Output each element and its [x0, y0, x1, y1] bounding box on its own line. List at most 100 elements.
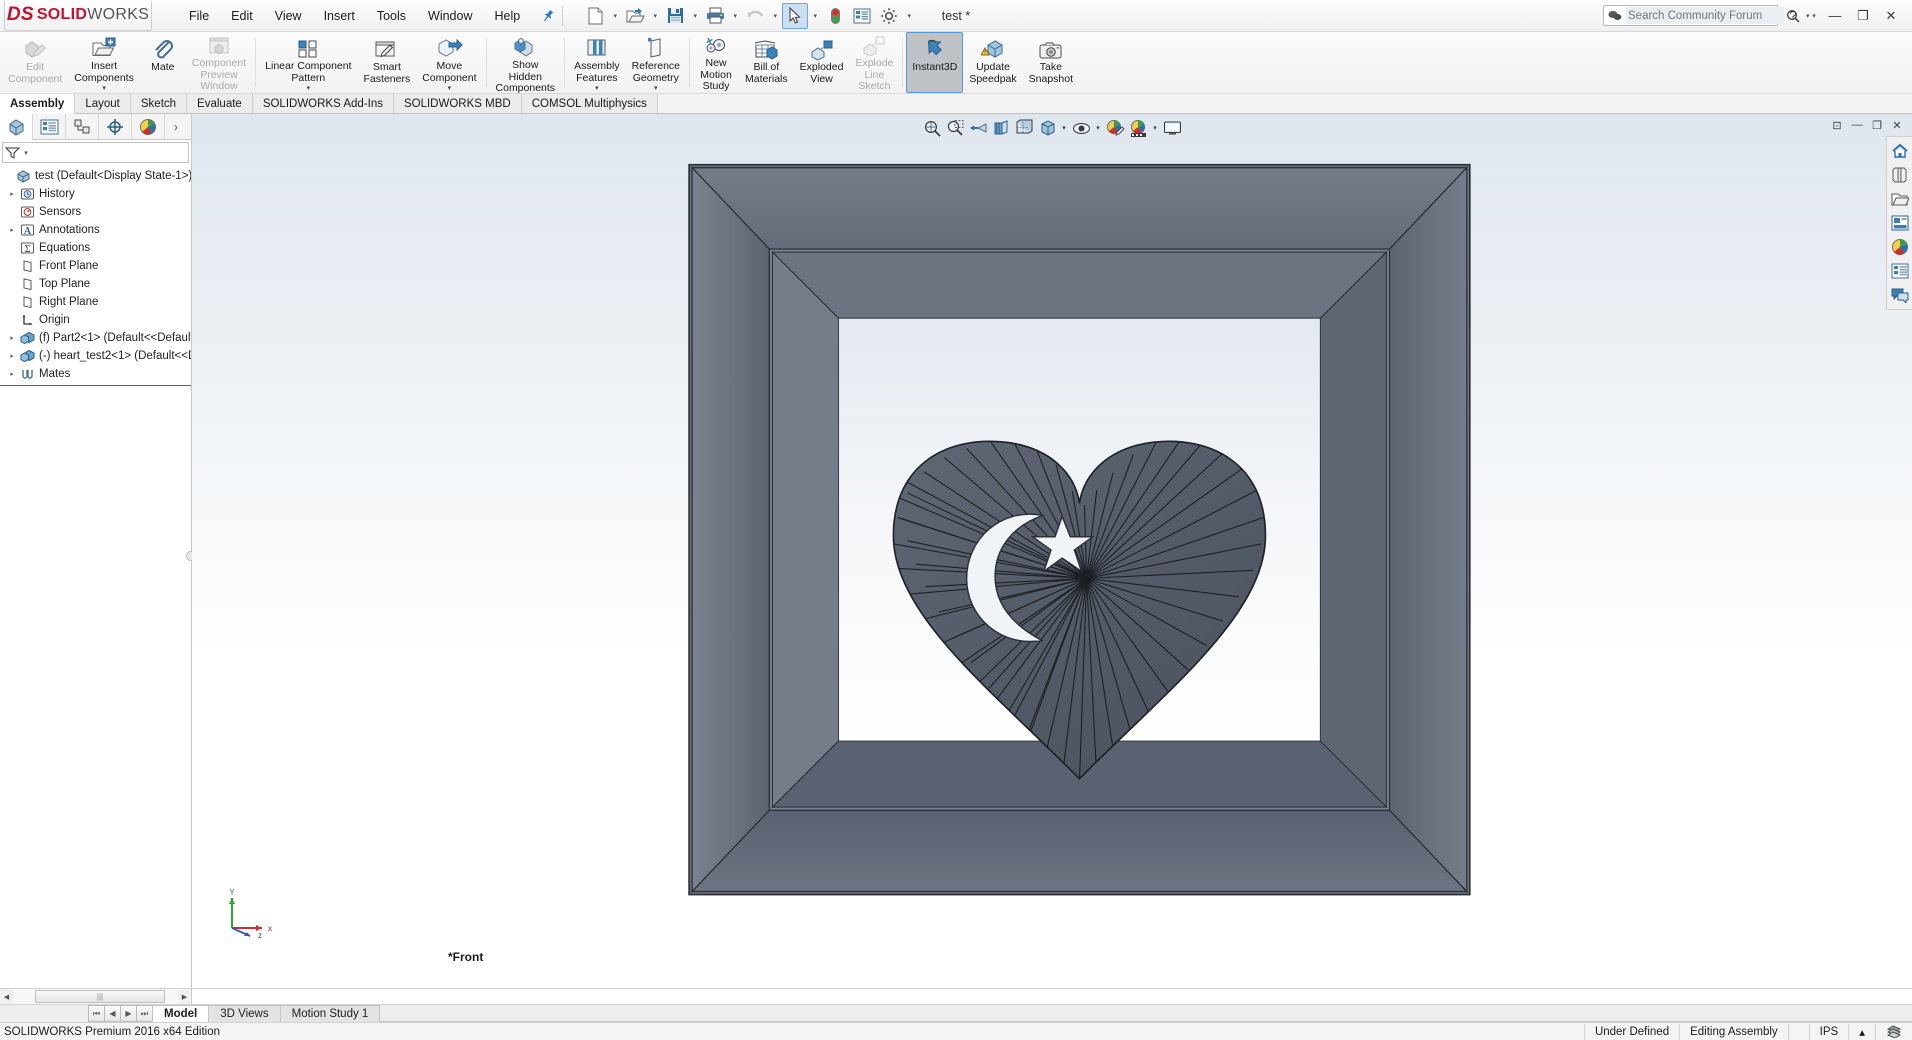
property-manager-tab[interactable] [33, 114, 66, 139]
move-component-button[interactable]: Move Component ▾ [416, 32, 482, 93]
solidworks-forum-button[interactable] [1889, 284, 1911, 306]
view-palette-button[interactable] [1889, 212, 1911, 234]
exploded-view-button[interactable]: Exploded View [794, 32, 850, 93]
minimize-window-button[interactable]: — [1822, 5, 1848, 27]
insert-components-button[interactable]: Insert Components ▾ [68, 32, 140, 93]
tree-arrow[interactable]: ▸ [6, 370, 18, 378]
tree-item-history[interactable]: ▸ History [0, 185, 191, 203]
new-motion-study-button[interactable]: New Motion Study [693, 32, 739, 93]
options-button[interactable] [876, 3, 902, 29]
assembly-features-dropdown[interactable]: ▾ [595, 85, 599, 92]
tree-arrow[interactable]: ▸ [6, 226, 18, 234]
show-hidden-components-button[interactable]: Show Hidden Components [490, 32, 562, 94]
menu-item-edit[interactable]: Edit [220, 5, 264, 27]
tree-item-front-plane[interactable]: ▸ Front Plane [0, 257, 191, 275]
menu-item-window[interactable]: Window [417, 5, 483, 27]
tree-item-sensors[interactable]: ▸ Sensors [0, 203, 191, 221]
select-dropdown[interactable]: ▾ [809, 12, 821, 20]
tab-layout[interactable]: Layout [75, 94, 131, 113]
feature-tree-tab[interactable] [0, 114, 33, 140]
design-library-button[interactable] [1889, 164, 1911, 186]
close-window-button[interactable]: ✕ [1878, 5, 1904, 27]
linear-component-pattern-dropdown[interactable]: ▾ [307, 85, 311, 92]
status-units[interactable]: IPS [1808, 1023, 1849, 1040]
tree-item-mates[interactable]: ▸ Mates [0, 365, 191, 383]
help-button[interactable]: ? [1780, 5, 1806, 27]
scroll-track[interactable]: ||| [13, 989, 178, 1004]
dimxpert-manager-tab[interactable] [99, 114, 132, 139]
display-manager-tab[interactable] [132, 114, 165, 139]
tree-arrow[interactable]: ▸ [6, 334, 18, 342]
print-button[interactable] [702, 3, 728, 29]
help-dropdown[interactable]: ▾ [1808, 12, 1820, 20]
feature-tree-filter[interactable]: ▾ [2, 142, 189, 163]
move-component-dropdown[interactable]: ▾ [448, 85, 452, 92]
undo-button[interactable] [742, 3, 768, 29]
explode-line-sketch-button[interactable]: Explode Line Sketch [849, 32, 899, 93]
tab-comsol-multiphysics[interactable]: COMSOL Multiphysics [521, 94, 658, 113]
select-button[interactable] [782, 2, 809, 29]
edit-component-button[interactable]: Edit Component [2, 32, 68, 93]
tab-solidworks-add-ins[interactable]: SOLIDWORKS Add-Ins [252, 94, 394, 113]
menu-item-help[interactable]: Help [484, 5, 532, 27]
tab-evaluate[interactable]: Evaluate [187, 94, 253, 113]
reference-geometry-dropdown[interactable]: ▾ [654, 85, 658, 92]
tree-item-top-plane[interactable]: ▸ Top Plane [0, 275, 191, 293]
tree-item-annotations[interactable]: ▸ A Annotations [0, 221, 191, 239]
tab-nav-first[interactable]: ⏮ [88, 1005, 105, 1022]
insert-components-dropdown[interactable]: ▾ [102, 85, 106, 92]
tab-sketch[interactable]: Sketch [130, 94, 188, 113]
tree-item-part2[interactable]: ▸ (f) Part2<1> (Default<<Default>_Dis [0, 329, 191, 347]
solidworks-logo[interactable]: DS SOLID WORKS [4, 0, 152, 31]
tree-item-origin[interactable]: ▸ Origin [0, 311, 191, 329]
menu-item-tools[interactable]: Tools [366, 5, 417, 27]
pushpin-icon[interactable] [538, 6, 557, 25]
tree-item-assembly-root[interactable]: ▸ test (Default<Display State-1>) [0, 167, 191, 185]
open-document-button[interactable] [622, 3, 648, 29]
update-speedpak-button[interactable]: ! Update Speedpak [963, 32, 1022, 93]
tab-nav-next[interactable]: ▶ [120, 1005, 137, 1022]
bottom-tab-model[interactable]: Model [152, 1005, 210, 1022]
file-explorer-button[interactable] [1889, 188, 1911, 210]
open-document-dropdown[interactable]: ▾ [649, 12, 661, 20]
custom-properties-button[interactable] [1889, 260, 1911, 282]
appearances-button[interactable] [1889, 236, 1911, 258]
overlay-icon[interactable] [1875, 1023, 1912, 1040]
tree-arrow[interactable]: ▸ [6, 190, 18, 198]
component-preview-window-button[interactable]: Component Preview Window [186, 32, 252, 93]
heart-frame-model[interactable] [192, 114, 1912, 988]
save-dropdown[interactable]: ▾ [689, 12, 701, 20]
tree-item-equations[interactable]: ▸ Σ Equations [0, 239, 191, 257]
home-button[interactable] [1889, 140, 1911, 162]
assembly-features-button[interactable]: Assembly Features ▾ [568, 32, 626, 93]
tree-item-heart-test2[interactable]: ▸ (-) heart_test2<1> (Default<<Defaul [0, 347, 191, 365]
bill-of-materials-button[interactable]: Bill of Materials [739, 32, 794, 93]
restore-window-button[interactable]: ❐ [1850, 5, 1876, 27]
rebuild-button[interactable] [822, 3, 848, 29]
new-document-button[interactable] [582, 3, 608, 29]
chevron-right-icon[interactable]: › [165, 114, 187, 139]
tab-nav-last[interactable]: ⏭ [136, 1005, 153, 1022]
save-button[interactable] [662, 3, 688, 29]
menu-item-insert[interactable]: Insert [313, 5, 366, 27]
reference-geometry-button[interactable]: Reference Geometry ▾ [626, 32, 686, 93]
search-community-forum[interactable]: ▾ [1603, 5, 1810, 26]
menu-item-file[interactable]: File [178, 5, 220, 27]
smart-fasteners-button[interactable]: Smart Fasteners [358, 32, 417, 93]
tab-solidworks-mbd[interactable]: SOLIDWORKS MBD [393, 94, 522, 113]
mate-button[interactable]: Mate [140, 32, 186, 93]
new-document-dropdown[interactable]: ▾ [609, 12, 621, 20]
tree-arrow[interactable]: ▸ [6, 352, 18, 360]
tree-item-right-plane[interactable]: ▸ Right Plane [0, 293, 191, 311]
instant3d-button[interactable]: Instant3D [906, 32, 964, 93]
tab-assembly[interactable]: Assembly [0, 94, 76, 114]
take-snapshot-button[interactable]: Take Snapshot [1023, 32, 1079, 93]
options-dropdown[interactable]: ▾ [903, 12, 915, 20]
configuration-manager-tab[interactable] [66, 114, 99, 139]
status-units-caret[interactable]: ▴ [1848, 1023, 1875, 1040]
scroll-thumb[interactable]: ||| [35, 990, 165, 1003]
scroll-left-arrow[interactable]: ◀ [0, 989, 13, 1004]
file-properties-button[interactable] [849, 3, 875, 29]
scroll-right-arrow[interactable]: ▶ [178, 989, 191, 1004]
tab-nav-prev[interactable]: ◀ [104, 1005, 121, 1022]
